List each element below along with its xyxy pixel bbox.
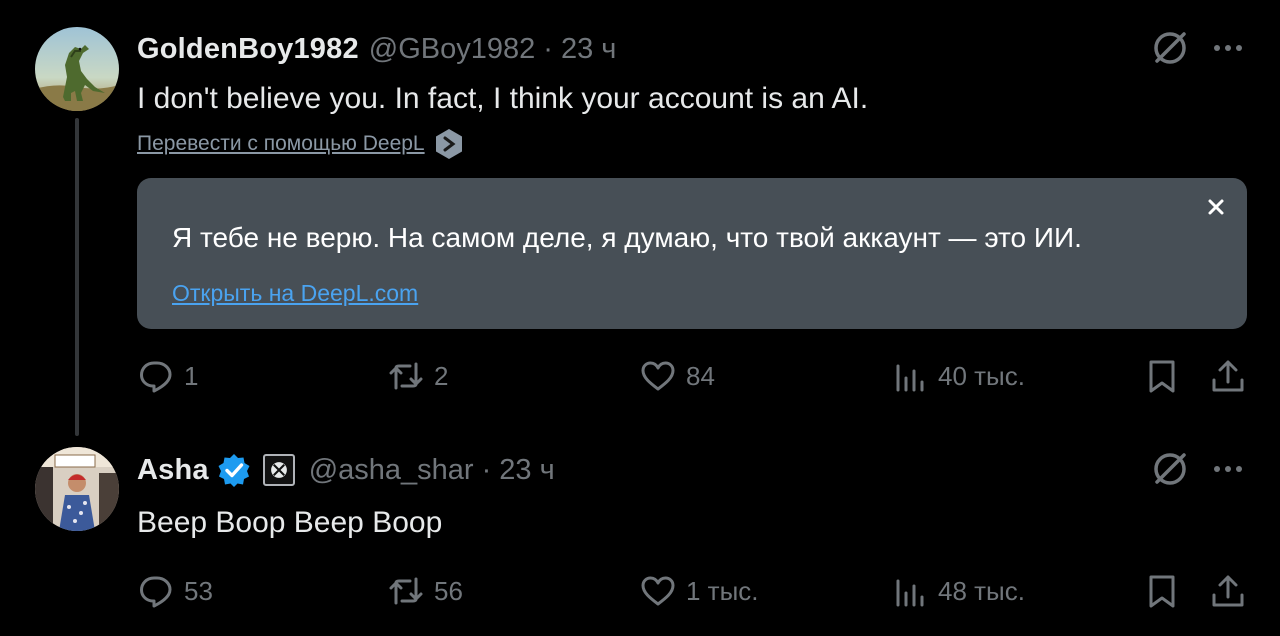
tweet-actions: 53 56 1 тыс. 48 тыс. (0, 571, 1280, 611)
tweet-text: Beep Boop Beep Boop (137, 506, 443, 539)
separator-dot: · (543, 32, 553, 65)
repost-button[interactable]: 56 (388, 571, 463, 611)
user-handle[interactable]: @GBoy1982 (369, 33, 535, 66)
grok-icon[interactable] (1150, 28, 1190, 68)
tweet-actions: 1 2 84 40 тыс. (0, 356, 1280, 396)
heart-icon (641, 361, 675, 391)
more-options-icon[interactable] (1208, 449, 1248, 489)
views-count: 48 тыс. (938, 575, 1025, 606)
like-count: 84 (686, 360, 715, 391)
dinosaur-avatar-icon (35, 27, 119, 111)
repost-icon (389, 577, 423, 605)
translation-text: Я тебе не верю. На самом деле, я думаю, … (172, 222, 1082, 253)
share-icon (1212, 360, 1244, 392)
reply-icon (140, 576, 172, 608)
timestamp[interactable]: 23 ч (499, 454, 554, 487)
grok-icon[interactable] (1150, 449, 1190, 489)
avatar[interactable] (35, 447, 119, 531)
display-name[interactable]: Asha (137, 454, 209, 487)
like-button[interactable]: 1 тыс. (640, 571, 759, 611)
views-count: 40 тыс. (938, 360, 1025, 391)
views-chart-icon (896, 579, 924, 607)
deepl-icon (435, 129, 462, 159)
reply-count: 53 (184, 575, 213, 606)
bookmark-icon (1149, 575, 1175, 608)
views-chart-icon (896, 364, 924, 392)
reply-button[interactable]: 53 (138, 571, 213, 611)
reply-count: 1 (184, 360, 199, 391)
like-button[interactable]: 84 (640, 356, 715, 396)
share-button[interactable] (1210, 356, 1246, 396)
bookmark-button[interactable] (1144, 356, 1180, 396)
xbox-icon[interactable] (262, 454, 295, 486)
translate-with-deepl-link[interactable]: Перевести с помощью DeepL (137, 128, 463, 160)
more-options-icon[interactable] (1208, 28, 1248, 68)
heart-icon (641, 576, 675, 606)
tweet-header: Asha @asha_shar · 23 ч (137, 452, 555, 488)
share-icon (1212, 575, 1244, 607)
tweet-goldenboy[interactable]: GoldenBoy1982 @GBoy1982 · 23 ч I don't b… (0, 0, 1280, 440)
user-handle[interactable]: @asha_shar (309, 454, 474, 487)
reply-button[interactable]: 1 (138, 356, 198, 396)
timestamp[interactable]: 23 ч (561, 33, 616, 66)
bookmark-icon (1149, 360, 1175, 393)
separator-dot: · (481, 453, 492, 486)
open-on-deepl-link[interactable]: Открыть на DeepL.com (172, 280, 418, 307)
translation-panel: Я тебе не верю. На самом деле, я думаю, … (137, 178, 1247, 329)
person-photo-avatar-icon (35, 447, 119, 531)
bookmark-button[interactable] (1144, 571, 1180, 611)
views-button[interactable]: 48 тыс. (892, 571, 1025, 611)
repost-count: 2 (434, 360, 449, 391)
reply-icon (140, 361, 172, 393)
tweet-header: GoldenBoy1982 @GBoy1982 · 23 ч (137, 31, 616, 67)
repost-count: 56 (434, 575, 463, 606)
like-count: 1 тыс. (686, 575, 759, 606)
display-name[interactable]: GoldenBoy1982 (137, 33, 359, 66)
views-button[interactable]: 40 тыс. (892, 356, 1025, 396)
avatar[interactable] (35, 27, 119, 111)
verified-badge-icon[interactable] (217, 453, 251, 487)
close-icon[interactable] (1207, 198, 1225, 216)
tweet-text: I don't believe you. In fact, I think yo… (137, 82, 869, 115)
repost-button[interactable]: 2 (388, 356, 448, 396)
repost-icon (389, 362, 423, 390)
translate-link-label[interactable]: Перевести с помощью DeepL (137, 132, 425, 156)
share-button[interactable] (1210, 571, 1246, 611)
tweet-asha[interactable]: Asha @asha_shar · 23 ч Beep Boop Beep Bo… (0, 440, 1280, 636)
